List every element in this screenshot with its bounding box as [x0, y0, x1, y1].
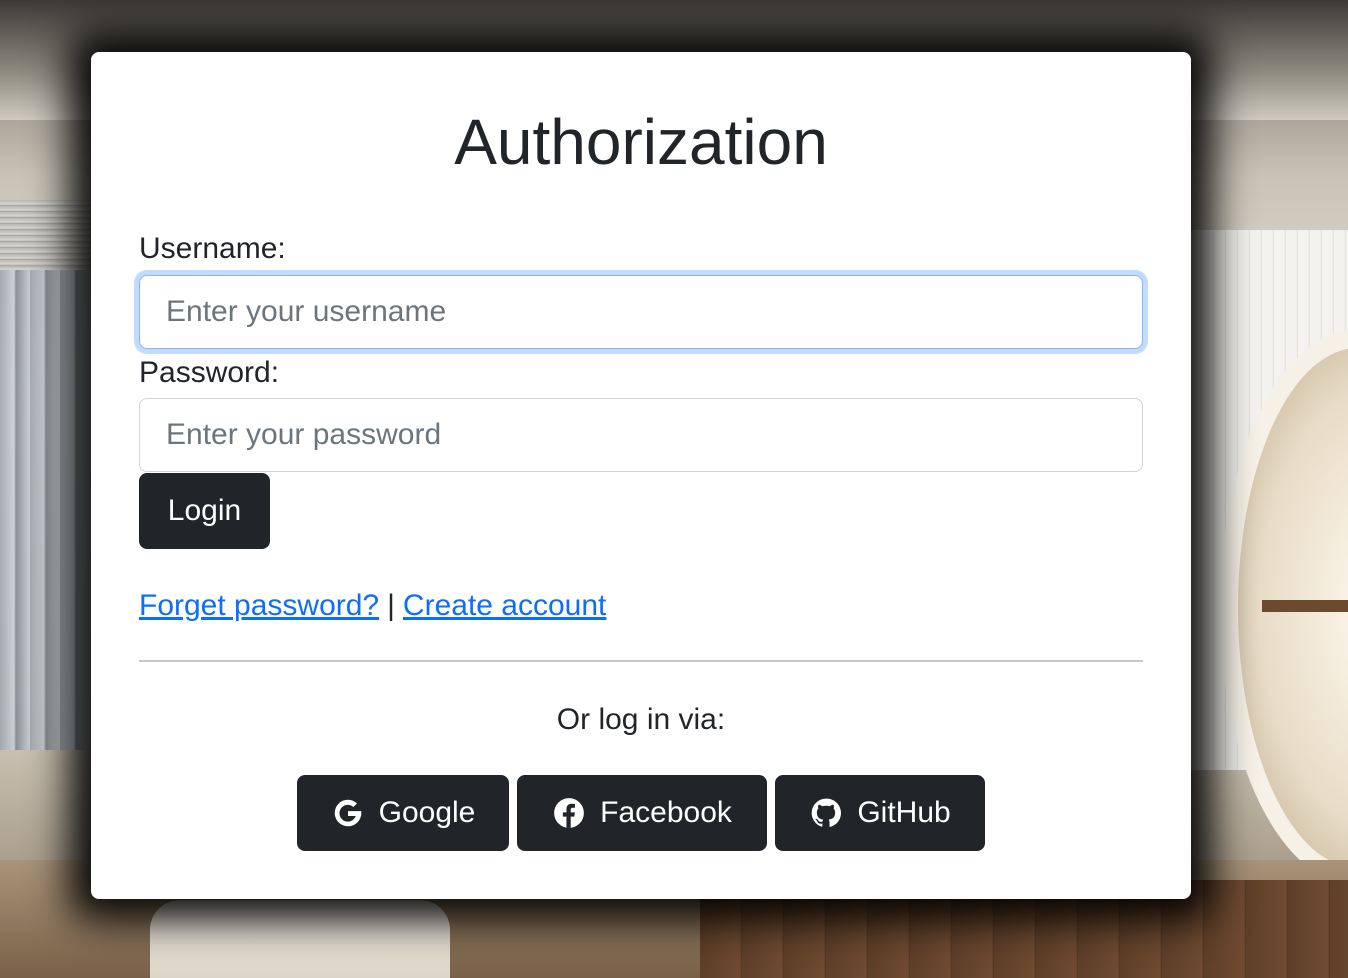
social-login-caption: Or log in via: — [556, 703, 726, 736]
login-card: Authorization Username: Password: Login … — [91, 52, 1191, 899]
github-icon — [809, 796, 843, 830]
create-account-link[interactable]: Create account — [403, 589, 606, 622]
background-armchair — [150, 900, 450, 978]
username-label: Username: — [139, 232, 286, 265]
username-input[interactable] — [139, 275, 1143, 349]
page-title: Authorization — [454, 106, 828, 178]
facebook-login-button[interactable]: Facebook — [517, 775, 767, 851]
login-button[interactable]: Login — [139, 473, 270, 549]
password-label: Password: — [139, 356, 280, 389]
background-shelf — [1262, 600, 1348, 612]
github-login-button[interactable]: GitHub — [775, 775, 985, 851]
google-login-button[interactable]: Google — [297, 775, 509, 851]
google-icon — [331, 796, 365, 830]
password-input[interactable] — [139, 398, 1143, 472]
forgot-password-link[interactable]: Forget password? — [139, 589, 379, 622]
facebook-icon — [552, 796, 586, 830]
links-separator: | — [387, 589, 395, 622]
facebook-button-label: Facebook — [600, 796, 732, 829]
background-window — [0, 270, 90, 750]
divider — [139, 660, 1143, 662]
google-button-label: Google — [378, 796, 476, 829]
background-blinds — [0, 200, 90, 270]
github-button-label: GitHub — [857, 796, 951, 829]
auth-links: Forget password? | Create account — [139, 586, 606, 626]
